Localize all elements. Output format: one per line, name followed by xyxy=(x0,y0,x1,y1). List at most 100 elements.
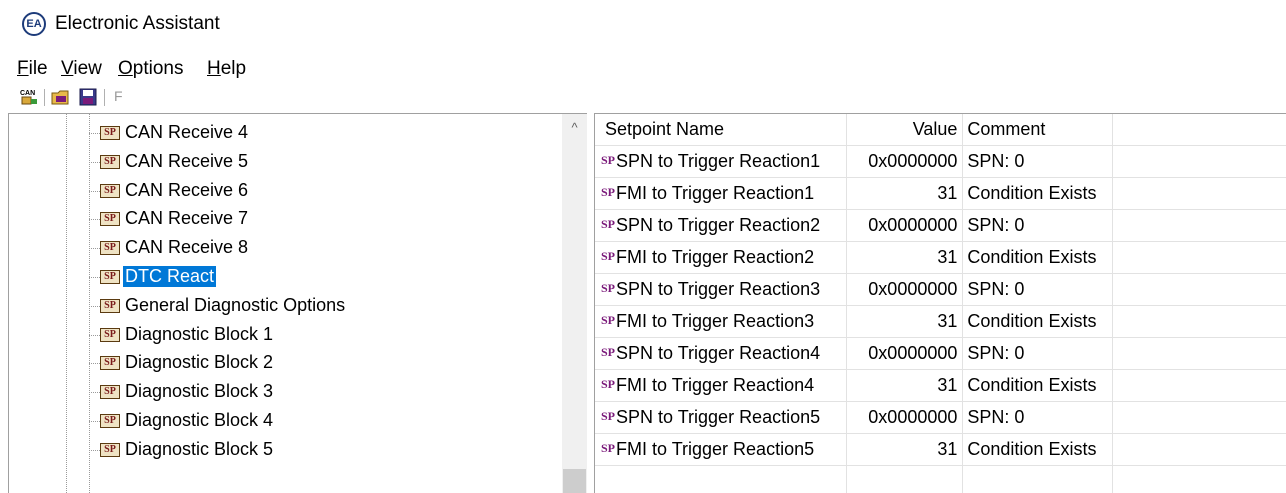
save-setpoint-file-icon[interactable] xyxy=(78,88,98,106)
tree-item-label: Diagnostic Block 4 xyxy=(123,410,275,431)
cell-empty xyxy=(1113,306,1286,338)
menu-file[interactable]: File xyxy=(17,58,48,80)
cell-setpoint-name[interactable]: SPSPN to Trigger Reaction4 xyxy=(595,338,847,370)
setpoint-sp-icon: SP xyxy=(601,281,615,295)
cell-empty xyxy=(1113,210,1286,242)
cell-setpoint-name[interactable]: SPSPN to Trigger Reaction5 xyxy=(595,402,847,434)
tree-item-label: Diagnostic Block 1 xyxy=(123,324,275,345)
setpoint-sp-icon: SP xyxy=(601,313,615,327)
cell-setpoint-name[interactable]: SPFMI to Trigger Reaction2 xyxy=(595,242,847,274)
table-row[interactable]: SPFMI to Trigger Reaction431Condition Ex… xyxy=(595,370,1286,402)
setpoint-name-text: SPN to Trigger Reaction4 xyxy=(616,343,820,363)
setpoint-grid: Setpoint Name Value Comment SPSPN to Tri… xyxy=(594,113,1286,493)
table-row[interactable]: SPSPN to Trigger Reaction40x0000000SPN: … xyxy=(595,338,1286,370)
cell-value[interactable]: 31 xyxy=(847,306,963,338)
cell-value[interactable]: 31 xyxy=(847,178,963,210)
tree-item[interactable]: SPDiagnostic Block 4 xyxy=(89,407,509,435)
cell-setpoint-name[interactable]: SPSPN to Trigger Reaction2 xyxy=(595,210,847,242)
tree-connector xyxy=(89,306,100,307)
tree-item[interactable]: SPCAN Receive 6 xyxy=(89,177,509,205)
cell-empty xyxy=(1113,466,1286,493)
cell-setpoint-name[interactable]: SPSPN to Trigger Reaction1 xyxy=(595,146,847,178)
tree-item[interactable]: SPGeneral Diagnostic Options xyxy=(89,292,509,320)
tree-item[interactable]: SPDiagnostic Block 3 xyxy=(89,378,509,406)
cell-value[interactable]: 0x0000000 xyxy=(847,338,963,370)
tree-item[interactable]: SPCAN Receive 7 xyxy=(89,205,509,233)
tree-item[interactable]: SPDiagnostic Block 1 xyxy=(89,321,509,349)
cell-value[interactable]: 0x0000000 xyxy=(847,402,963,434)
cell-comment: SPN: 0 xyxy=(963,274,1113,306)
cell-setpoint-name[interactable] xyxy=(595,466,847,493)
menu-options[interactable]: Options xyxy=(118,58,183,80)
toolbar: CAN F xyxy=(0,86,1286,110)
cell-value[interactable]: 0x0000000 xyxy=(847,146,963,178)
cell-empty xyxy=(1113,274,1286,306)
cell-comment: Condition Exists xyxy=(963,242,1113,274)
cell-value[interactable]: 31 xyxy=(847,370,963,402)
tree-connector xyxy=(89,277,100,278)
scroll-up-arrow-icon[interactable]: ^ xyxy=(562,120,587,140)
cell-setpoint-name[interactable]: SPFMI to Trigger Reaction1 xyxy=(595,178,847,210)
column-header-comment[interactable]: Comment xyxy=(963,114,1113,146)
setpoint-name-text: FMI to Trigger Reaction1 xyxy=(616,183,814,203)
tree-item-label: CAN Receive 5 xyxy=(123,151,250,172)
tree-item-label: CAN Receive 8 xyxy=(123,237,250,258)
cell-value[interactable]: 0x0000000 xyxy=(847,210,963,242)
table-row[interactable]: SPSPN to Trigger Reaction50x0000000SPN: … xyxy=(595,402,1286,434)
cell-setpoint-name[interactable]: SPSPN to Trigger Reaction3 xyxy=(595,274,847,306)
tree-item[interactable]: SPDiagnostic Block 5 xyxy=(89,436,509,464)
table-row[interactable]: SPSPN to Trigger Reaction10x0000000SPN: … xyxy=(595,146,1286,178)
column-header-value[interactable]: Value xyxy=(847,114,963,146)
setpoint-name-text: SPN to Trigger Reaction1 xyxy=(616,151,820,171)
tree-item-label: Diagnostic Block 5 xyxy=(123,439,275,460)
tree-item[interactable]: SPCAN Receive 8 xyxy=(89,234,509,262)
toolbar-separator xyxy=(104,89,105,106)
cell-comment: Condition Exists xyxy=(963,306,1113,338)
menu-help[interactable]: Help xyxy=(207,58,246,80)
cell-empty xyxy=(1113,370,1286,402)
cell-setpoint-name[interactable]: SPFMI to Trigger Reaction3 xyxy=(595,306,847,338)
table-row[interactable]: SPFMI to Trigger Reaction331Condition Ex… xyxy=(595,306,1286,338)
menu-view[interactable]: View xyxy=(61,58,102,80)
table-row[interactable]: SPFMI to Trigger Reaction531Condition Ex… xyxy=(595,434,1286,466)
cell-setpoint-name[interactable]: SPFMI to Trigger Reaction5 xyxy=(595,434,847,466)
setpoint-sp-icon: SP xyxy=(601,185,615,199)
cell-value[interactable]: 0x0000000 xyxy=(847,274,963,306)
setpoint-group-icon: SP xyxy=(100,385,120,399)
scrollbar-thumb[interactable] xyxy=(563,469,586,493)
tree-connector xyxy=(89,219,100,220)
setpoint-sp-icon: SP xyxy=(601,249,615,263)
tree-item[interactable]: SPDiagnostic Block 2 xyxy=(89,349,509,377)
tree-item[interactable]: SPDTC React xyxy=(89,263,509,291)
cell-setpoint-name[interactable]: SPFMI to Trigger Reaction4 xyxy=(595,370,847,402)
tree-item[interactable]: SPCAN Receive 5 xyxy=(89,148,509,176)
cell-comment xyxy=(963,466,1113,493)
column-header-setpoint-name[interactable]: Setpoint Name xyxy=(595,114,847,146)
table-row[interactable]: SPSPN to Trigger Reaction30x0000000SPN: … xyxy=(595,274,1286,306)
setpoint-group-icon: SP xyxy=(100,328,120,342)
cell-value[interactable]: 31 xyxy=(847,242,963,274)
cell-value[interactable] xyxy=(847,466,963,493)
setpoint-group-icon: SP xyxy=(100,241,120,255)
toolbar-f-button[interactable]: F xyxy=(114,88,123,104)
table-row[interactable]: SPFMI to Trigger Reaction131Condition Ex… xyxy=(595,178,1286,210)
table-row[interactable] xyxy=(595,466,1286,493)
setpoint-sp-icon: SP xyxy=(601,345,615,359)
setpoint-name-text: FMI to Trigger Reaction4 xyxy=(616,375,814,395)
cell-value[interactable]: 31 xyxy=(847,434,963,466)
tree-item[interactable]: SPCAN Receive 4 xyxy=(89,119,509,147)
ea-logo-icon: EA xyxy=(22,12,46,36)
cell-empty xyxy=(1113,402,1286,434)
can-connect-icon[interactable]: CAN xyxy=(19,88,39,106)
cell-comment: SPN: 0 xyxy=(963,402,1113,434)
open-setpoint-file-icon[interactable] xyxy=(51,88,71,106)
tree-scrollbar[interactable]: ^ xyxy=(562,114,587,493)
table-row[interactable]: SPSPN to Trigger Reaction20x0000000SPN: … xyxy=(595,210,1286,242)
setpoint-name-text: FMI to Trigger Reaction2 xyxy=(616,247,814,267)
tree-connector xyxy=(89,450,100,451)
tree-connector xyxy=(89,162,100,163)
setpoint-tree[interactable]: SPCAN Receive 4SPCAN Receive 5SPCAN Rece… xyxy=(8,113,587,493)
cell-empty xyxy=(1113,434,1286,466)
table-row[interactable]: SPFMI to Trigger Reaction231Condition Ex… xyxy=(595,242,1286,274)
setpoint-table: Setpoint Name Value Comment SPSPN to Tri… xyxy=(595,114,1286,493)
